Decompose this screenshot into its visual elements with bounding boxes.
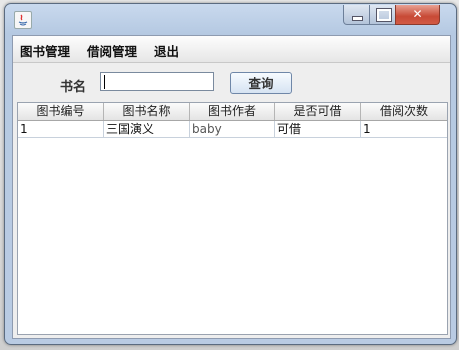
content-pane: 图书管理 借阅管理 退出 书名 查询 图书编号 图书名称 图书作者 是否可借 借…: [12, 35, 451, 339]
maximize-button[interactable]: [369, 5, 396, 25]
column-header-book-id[interactable]: 图书编号: [18, 103, 104, 120]
cell-book-name[interactable]: 三国演义: [104, 121, 190, 137]
book-table[interactable]: 图书编号 图书名称 图书作者 是否可借 借阅次数 1 三国演义 baby 可借 …: [17, 102, 448, 335]
table-row[interactable]: 1 三国演义 baby 可借 1: [18, 121, 447, 138]
cell-available[interactable]: 可借: [275, 121, 361, 137]
menu-exit[interactable]: 退出: [154, 41, 179, 60]
title-bar[interactable]: ✕: [5, 4, 456, 34]
query-button[interactable]: 查询: [230, 72, 292, 94]
cell-author[interactable]: baby: [190, 121, 275, 137]
column-header-available[interactable]: 是否可借: [275, 103, 361, 120]
column-header-borrow-count[interactable]: 借阅次数: [361, 103, 447, 120]
cell-book-id[interactable]: 1: [18, 121, 104, 137]
close-icon: ✕: [412, 7, 423, 21]
text-caret: [104, 75, 105, 89]
column-header-book-name[interactable]: 图书名称: [104, 103, 190, 120]
book-name-label: 书名: [60, 80, 87, 95]
table-header: 图书编号 图书名称 图书作者 是否可借 借阅次数: [18, 103, 447, 121]
menu-bar: 图书管理 借阅管理 退出: [13, 36, 450, 63]
cell-borrow-count[interactable]: 1: [361, 121, 447, 137]
menu-book-management[interactable]: 图书管理: [20, 41, 70, 60]
book-name-input[interactable]: [100, 72, 214, 91]
minimize-button[interactable]: [343, 5, 370, 25]
menu-borrow-management[interactable]: 借阅管理: [87, 41, 137, 60]
maximize-icon: [376, 8, 392, 22]
minimize-icon: [352, 16, 363, 21]
close-button[interactable]: ✕: [395, 5, 440, 25]
column-header-author[interactable]: 图书作者: [190, 103, 275, 120]
app-window: ✕ 图书管理 借阅管理 退出 书名 查询 图书编号 图书名称 图书作者 是否可借…: [4, 3, 457, 345]
java-app-icon[interactable]: [14, 11, 32, 29]
